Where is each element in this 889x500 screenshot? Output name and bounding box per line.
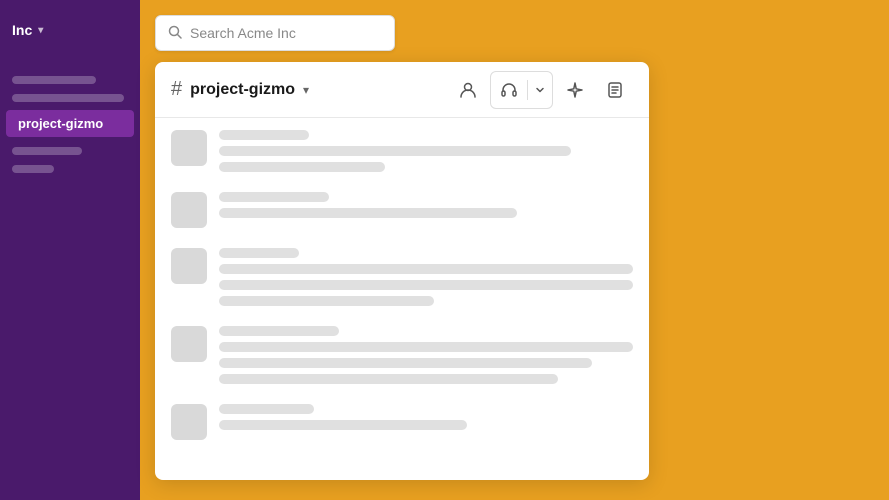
avatar (171, 130, 207, 166)
avatar (171, 192, 207, 228)
message-content (219, 248, 633, 306)
sidebar-placeholder-1 (12, 76, 96, 84)
headphone-button[interactable] (491, 72, 527, 108)
workspace-chevron-icon: ▾ (38, 25, 43, 36)
ai-sparkle-button[interactable] (557, 72, 593, 108)
search-bar[interactable]: Search Acme Inc (155, 15, 395, 51)
channel-window: # project-gizmo ▾ (155, 62, 649, 480)
skeleton-body (219, 146, 571, 156)
canvas-button[interactable] (597, 72, 633, 108)
skeleton-body (219, 374, 558, 384)
message-row (171, 192, 633, 228)
search-icon (168, 25, 182, 42)
message-row (171, 130, 633, 172)
channel-dropdown-icon[interactable]: ▾ (303, 83, 309, 97)
sidebar-placeholder-4 (12, 165, 54, 173)
huddle-button-group (490, 71, 553, 109)
message-content (219, 404, 633, 430)
sidebar-item-project-gizmo[interactable]: project-gizmo (6, 110, 134, 137)
skeleton-name (219, 404, 314, 414)
channel-hash-icon: # (171, 78, 182, 101)
workspace-name: Inc (12, 22, 32, 38)
skeleton-name (219, 248, 299, 258)
sidebar-placeholder-2 (12, 94, 124, 102)
skeleton-body (219, 358, 592, 368)
channel-header: # project-gizmo ▾ (155, 62, 649, 118)
sidebar-nav: project-gizmo (0, 60, 140, 500)
channel-name: project-gizmo (190, 81, 295, 99)
sidebar-item-label: project-gizmo (18, 116, 103, 131)
workspace-header[interactable]: Inc ▾ (0, 0, 140, 60)
skeleton-name (219, 130, 309, 140)
messages-area[interactable] (155, 118, 649, 480)
search-placeholder-text: Search Acme Inc (190, 25, 296, 41)
message-content (219, 326, 633, 384)
skeleton-body (219, 296, 434, 306)
skeleton-name (219, 326, 339, 336)
message-content (219, 130, 633, 172)
sidebar: Inc ▾ project-gizmo (0, 0, 140, 500)
message-row (171, 326, 633, 384)
skeleton-body (219, 162, 385, 172)
huddle-dropdown-button[interactable] (528, 72, 552, 108)
skeleton-body (219, 420, 467, 430)
skeleton-body (219, 280, 633, 290)
skeleton-body (219, 264, 633, 274)
person-button[interactable] (450, 72, 486, 108)
skeleton-body (219, 208, 517, 218)
message-row (171, 404, 633, 440)
message-content (219, 192, 633, 218)
header-actions (450, 71, 633, 109)
skeleton-name (219, 192, 329, 202)
avatar (171, 404, 207, 440)
avatar (171, 248, 207, 284)
avatar (171, 326, 207, 362)
message-row (171, 248, 633, 306)
sidebar-placeholder-3 (12, 147, 82, 155)
skeleton-body (219, 342, 633, 352)
